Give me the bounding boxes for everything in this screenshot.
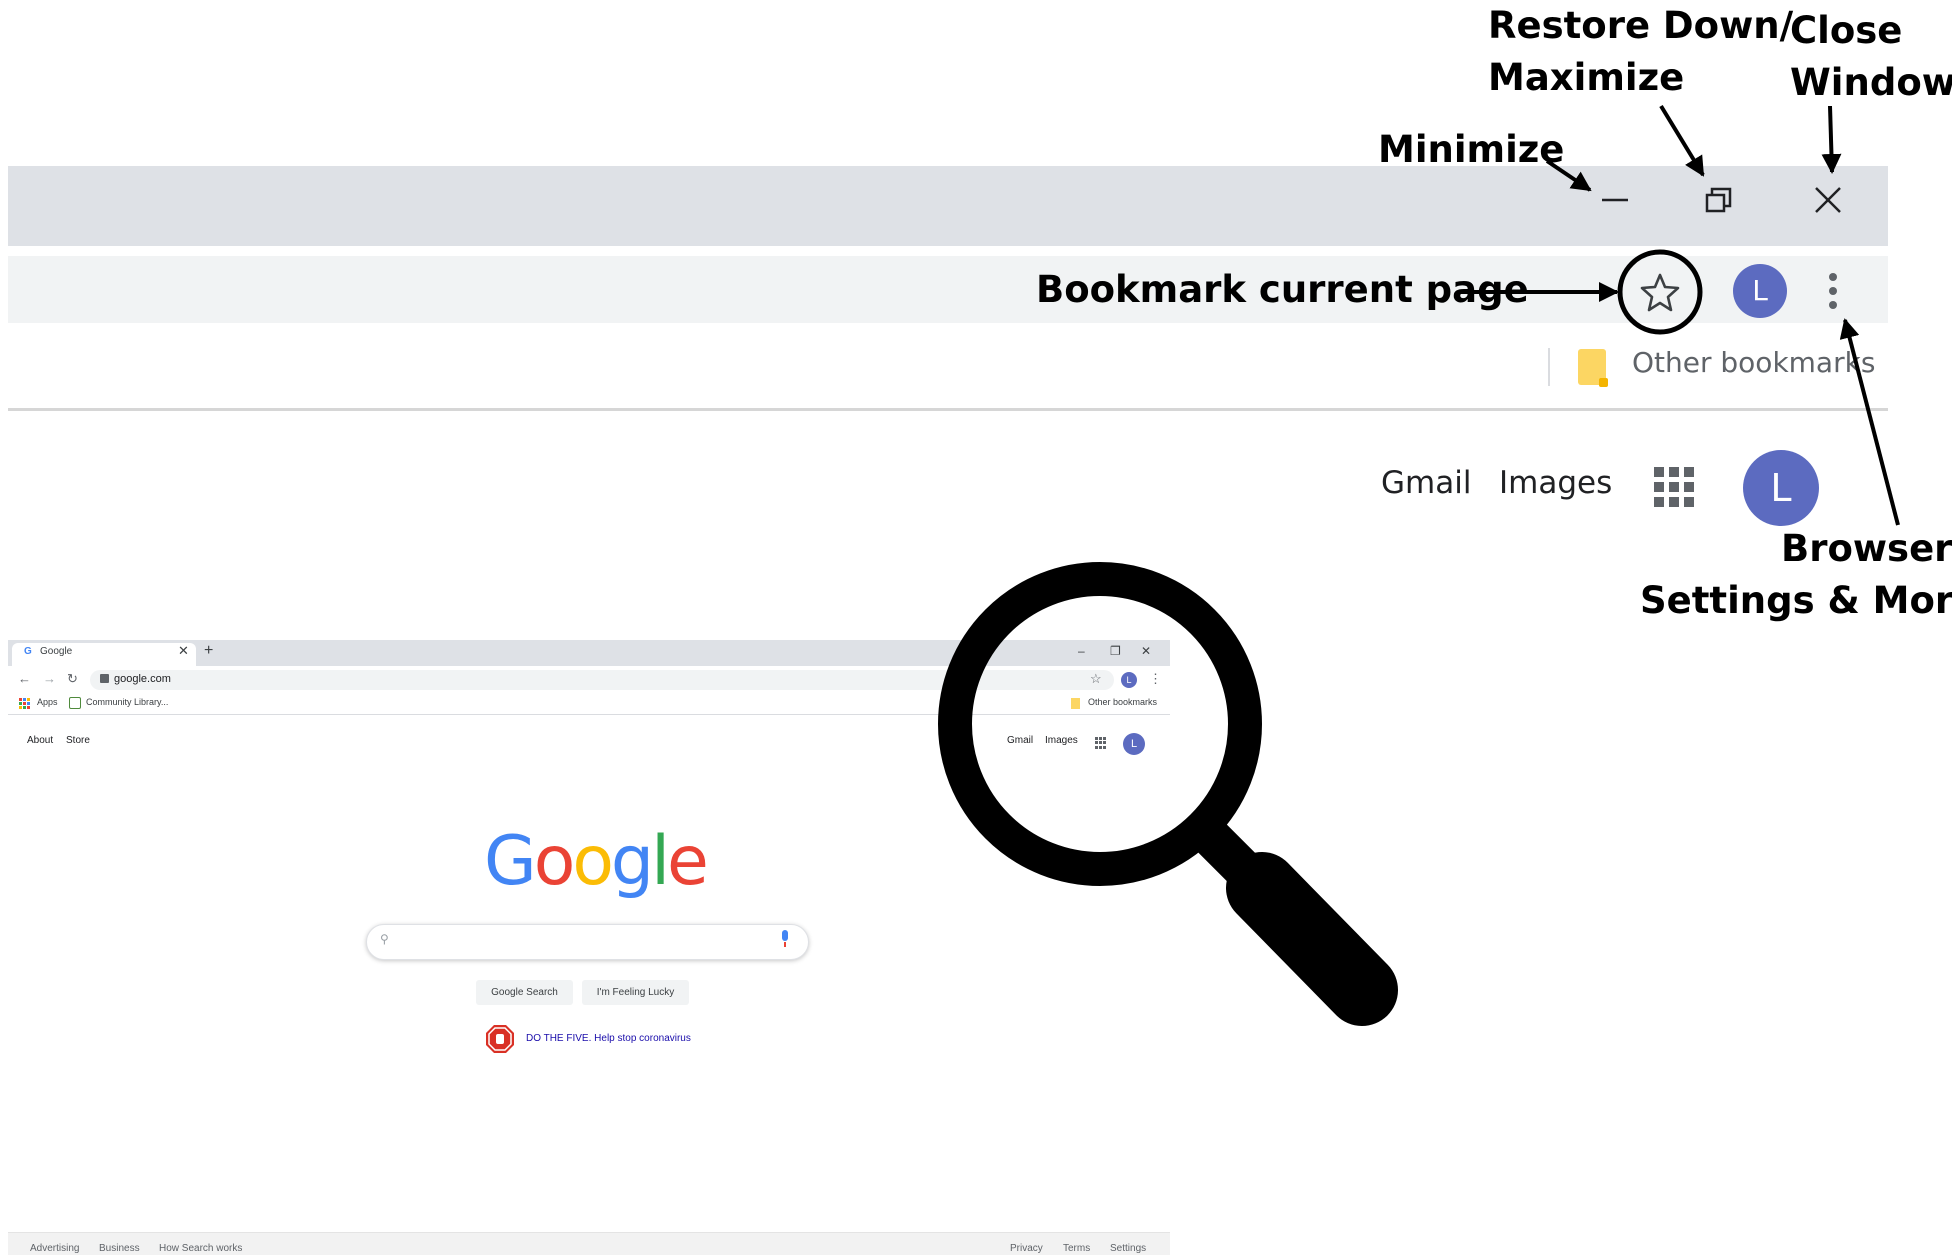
- bookmark-highlight-circle: [1617, 249, 1703, 335]
- annotation-close-line1: Close: [1790, 9, 1903, 52]
- annotation-restore-line2: Maximize: [1488, 56, 1685, 99]
- close-arrow: [1821, 105, 1842, 174]
- annotation-close-line2: Window: [1790, 61, 1952, 104]
- restore-icon[interactable]: [1705, 187, 1732, 213]
- settings-arrow: [1839, 318, 1900, 526]
- annotation-settings-line2: Settings & More: [1640, 579, 1952, 622]
- close-icon[interactable]: [1815, 187, 1841, 213]
- annotation-bookmark: Bookmark current page: [1036, 268, 1529, 311]
- annotation-restore-line1: Restore Down/: [1488, 4, 1794, 47]
- annotation-minimize: Minimize: [1378, 128, 1565, 171]
- menu-icon[interactable]: [1829, 273, 1837, 309]
- restore-arrow: [1659, 104, 1705, 177]
- star-icon[interactable]: [1640, 273, 1680, 312]
- annotation-settings-line1: Browser: [1781, 527, 1952, 570]
- magnifier-icon: [938, 562, 1398, 1026]
